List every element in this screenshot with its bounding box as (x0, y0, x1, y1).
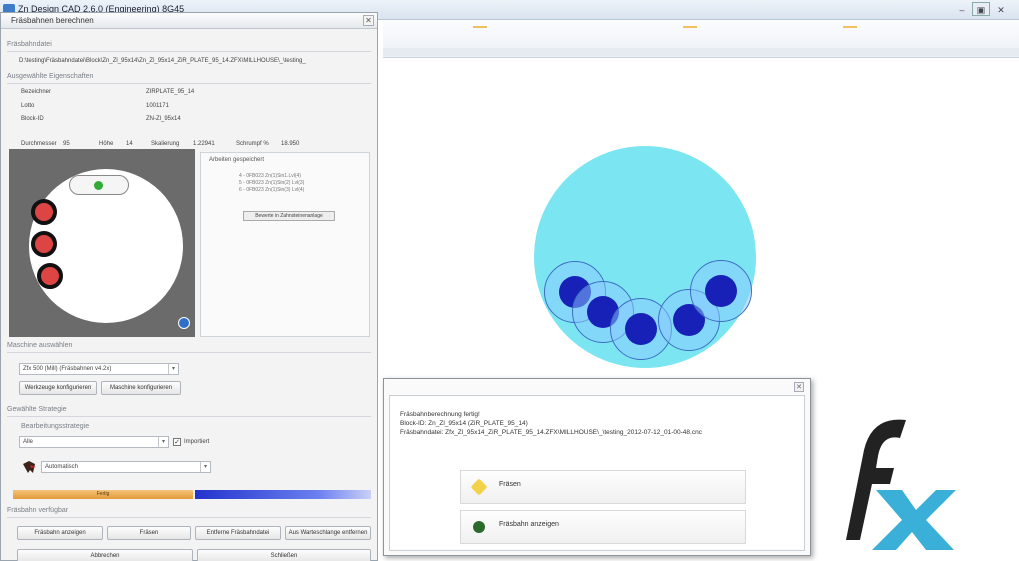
selection-marker (94, 181, 103, 190)
selected-part (69, 175, 129, 195)
toolbar-marker (843, 26, 857, 28)
tooth-icon (21, 459, 37, 475)
chevron-down-icon: ▾ (168, 364, 178, 374)
chevron-down-icon: ▾ (158, 437, 168, 447)
status-dialog: ✕ Fräsbahnberechnung fertig! Block-ID: Z… (383, 378, 811, 556)
remove-file-button[interactable]: Entferne Fräsbahndatei (195, 526, 281, 540)
mode-select-value: Automatisch (45, 464, 79, 470)
app-window: Zn Design CAD 2.6.0 (Engineering) 8G45 –… (0, 0, 1019, 561)
status-block-id: Block-ID: Zn_Zl_95x14 (ZiR_PLATE_95_14) (400, 420, 528, 427)
list-item[interactable]: 6 - 0FB023 Zn(1)Sin(3) Lvl(4) (239, 187, 304, 193)
saved-jobs-panel: Arbeiten gespeichert 4 - 0FB023 Zn(1)Sin… (200, 152, 370, 337)
maximize-button[interactable]: ▣ (972, 2, 990, 16)
mill-command-button[interactable]: Fräsen (460, 470, 746, 504)
zfx-logo (846, 419, 956, 550)
dialog-close-button[interactable]: ✕ (363, 15, 374, 26)
toolbar (383, 20, 1019, 58)
remove-from-queue-button[interactable]: Aus Warteschlange entfernen (285, 526, 371, 540)
mill-button[interactable]: Fräsen (107, 526, 191, 540)
section-buttons-label: Fräsbahn verfügbar (7, 507, 69, 514)
height-label: Höhe (99, 141, 114, 147)
list-item[interactable]: 4 - 0FB023 Zn(1)Sin1.Lvl(4) (239, 173, 301, 179)
status-message: Fräsbahnberechnung fertig! (400, 411, 480, 418)
close-dialog-button[interactable]: Schließen (197, 549, 371, 561)
shrink-value: 18.950 (281, 141, 300, 147)
nesting-preview[interactable] (9, 149, 195, 337)
divider (7, 51, 371, 52)
height-value: 14 (126, 141, 133, 147)
dialog-title: Fräsbahnen berechnen (11, 16, 94, 25)
placed-part (31, 199, 57, 225)
evaluate-button[interactable]: Bewerte in Zahnsteinenanlage (243, 211, 335, 221)
divider (7, 416, 371, 417)
progress-bar-active (195, 490, 371, 499)
scale-label: Skalierung (151, 141, 180, 147)
minimize-button[interactable]: – (953, 2, 971, 16)
diameter-label: Durchmesser (21, 141, 57, 147)
toolbar-marker (473, 26, 487, 28)
blank-disc (29, 169, 183, 323)
arrow-icon (470, 478, 488, 496)
section-strategy-label: Gewählte Strategie (7, 406, 67, 413)
placed-part (31, 231, 57, 257)
prop-value: 1001171 (146, 103, 169, 109)
strategy-label: Bearbeitungsstrategie (21, 423, 90, 430)
divider (7, 352, 371, 353)
machine-select-value: Zfx 500 (Mill) (Fräsbahnen v4.2x) (23, 366, 112, 372)
divider (7, 517, 371, 518)
prop-value: ZIRPLATE_95_14 (146, 89, 195, 95)
ribbon-bar (383, 48, 1019, 56)
checkbox-label: Importiert (184, 439, 210, 445)
prop-label: Lotto (21, 103, 35, 109)
machine-select[interactable]: Zfx 500 (Mill) (Fräsbahnen v4.2x) ▾ (19, 363, 179, 375)
list-item[interactable]: 5 - 0FB023 Zn(1)Sin(2) Lvl(3) (239, 180, 304, 186)
diameter-value: 95 (63, 141, 70, 147)
divider (7, 83, 371, 84)
mode-select[interactable]: Automatisch ▾ (41, 461, 211, 473)
show-toolpath-command-label: Fräsbahn anzeigen (499, 521, 559, 528)
prop-label: Bezeichner (21, 89, 52, 95)
chevron-down-icon: ▾ (200, 462, 210, 472)
status-close-button[interactable]: ✕ (794, 382, 804, 392)
part-core (705, 275, 737, 307)
progress-label: Fertig (96, 491, 110, 497)
progress-bar-done: Fertig (13, 490, 193, 499)
file-path: D:\testing\Fräsbahndatei\Block\Zn_Zl_95x… (19, 58, 306, 64)
strategy-select[interactable]: Alle ▾ (19, 436, 169, 448)
scale-value: 1.22941 (193, 141, 215, 147)
nested-part (690, 260, 752, 322)
mill-command-label: Fräsen (499, 481, 521, 488)
blank-cylinder (534, 146, 756, 368)
cancel-button[interactable]: Abbrechen (17, 549, 193, 561)
configure-tools-button[interactable]: Werkzeuge konfigurieren (19, 381, 97, 395)
toolbar-marker (683, 26, 697, 28)
section-props-label: Ausgewählte Eigenschaften (7, 73, 94, 80)
strategy-select-value: Alle (23, 439, 34, 445)
show-toolpath-button[interactable]: Fräsbahn anzeigen (17, 526, 103, 540)
zoom-icon[interactable] (178, 317, 190, 329)
status-body: Fräsbahnberechnung fertig! Block-ID: Zn_… (389, 395, 805, 551)
milling-dialog: Fräsbahnen berechnen ✕ Fräsbahndatei D:\… (0, 12, 378, 561)
list-heading: Arbeiten gespeichert (209, 157, 265, 163)
view-icon (473, 521, 485, 533)
status-file: Fräsbahndatei: Zfx_Zl_95x14_ZiR_PLATE_95… (400, 429, 702, 436)
part-core (625, 313, 657, 345)
close-button[interactable]: ✕ (992, 2, 1010, 16)
prop-value: ZN-Zl_95x14 (146, 116, 181, 122)
shrink-label: Schrumpf % (236, 141, 269, 147)
show-toolpath-command-button[interactable]: Fräsbahn anzeigen (460, 510, 746, 544)
imported-checkbox[interactable]: ✓ (173, 438, 181, 446)
dialog-title-bar: Fräsbahnen berechnen ✕ (1, 13, 377, 29)
section-machine-label: Maschine auswählen (7, 342, 73, 349)
configure-machine-button[interactable]: Maschine konfigurieren (101, 381, 181, 395)
section-file-label: Fräsbahndatei (7, 41, 52, 48)
prop-label: Block-ID (21, 116, 44, 122)
placed-part (37, 263, 63, 289)
